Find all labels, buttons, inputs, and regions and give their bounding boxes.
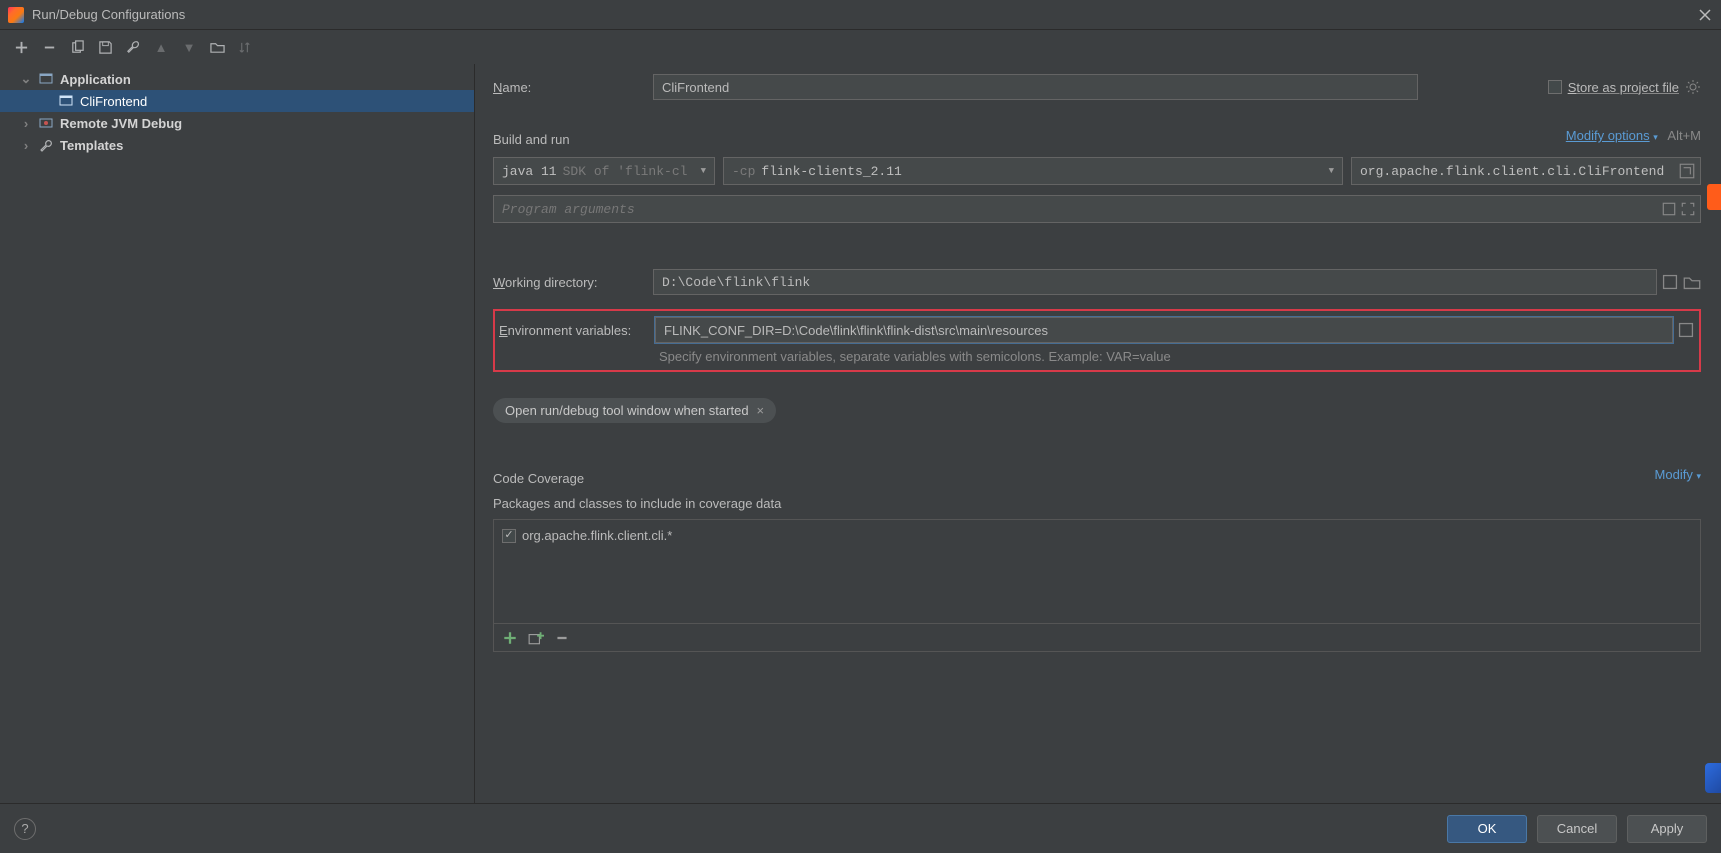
env-variables-highlight: Environment variables: Specify environme… <box>493 309 1701 372</box>
open-run-debug-chip[interactable]: Open run/debug tool window when started … <box>493 398 776 423</box>
config-tree: ⌄ Application CliFrontend › Remote JVM D… <box>0 64 475 803</box>
coverage-item-checkbox[interactable] <box>502 529 516 543</box>
tree-label: Templates <box>60 138 123 153</box>
tree-node-application[interactable]: ⌄ Application <box>0 68 474 90</box>
window-title: Run/Debug Configurations <box>32 7 185 22</box>
cancel-button[interactable]: Cancel <box>1537 815 1617 843</box>
wrench-icon[interactable] <box>124 38 142 56</box>
tree-node-remote-jvm[interactable]: › Remote JVM Debug <box>0 112 474 134</box>
coverage-modify-link[interactable]: Modify ▾ <box>1655 467 1701 482</box>
expand-icon[interactable] <box>1678 162 1696 180</box>
env-variables-label: Environment variables: <box>495 323 655 338</box>
config-toolbar: ▲ ▼ <box>0 30 1721 64</box>
store-as-project-label: Store as project file <box>1568 80 1679 95</box>
save-icon[interactable] <box>96 38 114 56</box>
jre-selector[interactable]: java 11 SDK of 'flink-cl ▼ <box>493 157 715 185</box>
coverage-subtitle: Packages and classes to include in cover… <box>493 496 1701 511</box>
env-variables-hint: Specify environment variables, separate … <box>659 349 1695 364</box>
tree-node-templates[interactable]: › Templates <box>0 134 474 156</box>
close-icon[interactable] <box>1697 7 1713 23</box>
code-coverage-heading: Code Coverage <box>493 471 584 486</box>
store-as-project-checkbox[interactable] <box>1548 80 1562 94</box>
tree-label: Application <box>60 72 131 87</box>
add-icon[interactable] <box>12 38 30 56</box>
expand-icon[interactable] <box>1661 201 1677 217</box>
classpath-selector[interactable]: -cp flink-clients_2.11 ▼ <box>723 157 1343 185</box>
tree-label: Remote JVM Debug <box>60 116 182 131</box>
chevron-right-icon[interactable]: › <box>20 116 32 131</box>
copy-icon[interactable] <box>68 38 86 56</box>
working-directory-label: Working directory: <box>493 275 653 290</box>
program-arguments-placeholder: Program arguments <box>502 202 635 217</box>
coverage-item[interactable]: org.apache.flink.client.cli.* <box>502 528 1692 543</box>
tree-node-clifrontend[interactable]: CliFrontend <box>0 90 474 112</box>
chevron-down-icon: ▼ <box>701 166 706 176</box>
cp-prefix: -cp <box>732 164 755 179</box>
sort-icon <box>236 38 254 56</box>
application-child-icon <box>58 93 74 109</box>
add-package-icon[interactable] <box>528 630 544 646</box>
side-badge-blue <box>1705 763 1721 793</box>
chip-close-icon[interactable]: × <box>757 403 765 418</box>
coverage-toolbar <box>493 624 1701 652</box>
program-arguments-field[interactable]: Program arguments <box>493 195 1701 223</box>
templates-icon <box>38 137 54 153</box>
app-icon <box>8 7 24 23</box>
main-class-field[interactable]: org.apache.flink.client.cli.CliFrontend <box>1351 157 1701 185</box>
side-badge-orange <box>1707 184 1721 210</box>
env-variables-input[interactable] <box>655 317 1673 343</box>
application-node-icon <box>38 71 54 87</box>
jre-prefix: java 11 <box>502 164 557 179</box>
build-run-heading: Build and run <box>493 132 570 147</box>
tree-label: CliFrontend <box>80 94 147 109</box>
expand-icon[interactable] <box>1677 321 1695 339</box>
dialog-footer: ? OK Cancel Apply <box>0 803 1721 853</box>
remove-item-icon[interactable] <box>554 630 570 646</box>
jre-suffix: SDK of 'flink-cl <box>563 164 688 179</box>
browse-folder-icon[interactable] <box>1683 273 1701 291</box>
config-form: Name: Store as project file Build and ru… <box>475 64 1721 803</box>
add-class-icon[interactable] <box>502 630 518 646</box>
move-up-icon: ▲ <box>152 38 170 56</box>
title-bar: Run/Debug Configurations <box>0 0 1721 30</box>
expand-icon[interactable] <box>1661 273 1679 291</box>
name-label: Name: <box>493 80 653 95</box>
modify-options-link[interactable]: Modify options ▾ <box>1566 128 1658 143</box>
gear-icon[interactable] <box>1685 79 1701 95</box>
apply-button[interactable]: Apply <box>1627 815 1707 843</box>
move-down-icon: ▼ <box>180 38 198 56</box>
folder-icon[interactable] <box>208 38 226 56</box>
coverage-list: org.apache.flink.client.cli.* <box>493 519 1701 624</box>
chip-label: Open run/debug tool window when started <box>505 403 749 418</box>
chevron-right-icon[interactable]: › <box>20 138 32 153</box>
ok-button[interactable]: OK <box>1447 815 1527 843</box>
remote-jvm-icon <box>38 115 54 131</box>
remove-icon[interactable] <box>40 38 58 56</box>
name-input[interactable] <box>653 74 1418 100</box>
coverage-item-label: org.apache.flink.client.cli.* <box>522 528 672 543</box>
main-class-value: org.apache.flink.client.cli.CliFrontend <box>1360 164 1664 179</box>
fullscreen-icon[interactable] <box>1680 201 1696 217</box>
chevron-down-icon[interactable]: ⌄ <box>20 71 32 87</box>
chevron-down-icon: ▼ <box>1329 166 1334 176</box>
modify-options-shortcut: Alt+M <box>1667 128 1701 143</box>
working-directory-input[interactable] <box>653 269 1657 295</box>
cp-value: flink-clients_2.11 <box>761 164 901 179</box>
help-icon[interactable]: ? <box>14 818 36 840</box>
